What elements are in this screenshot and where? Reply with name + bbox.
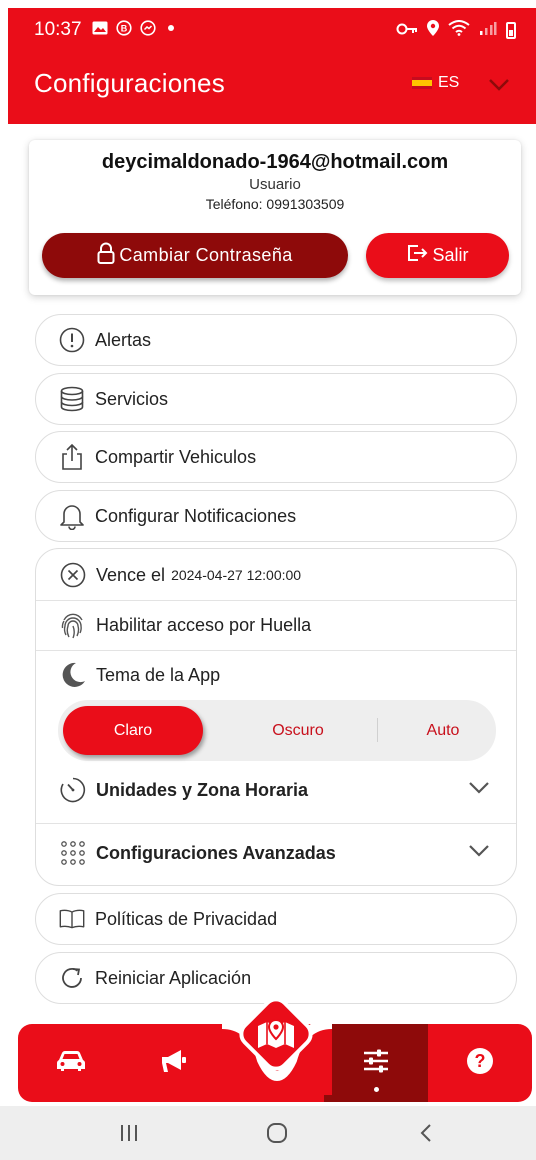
advanced-settings-label: Configuraciones Avanzadas (96, 842, 336, 863)
units-timezone-row[interactable]: Unidades y Zona Horaria (36, 775, 516, 805)
grid-dots-icon (59, 839, 87, 867)
map-icon (258, 1018, 294, 1048)
fingerprint-label: Habilitar acceso por Huella (96, 614, 312, 635)
settings-panel: Vence el 2024-04-27 12:00:00 Habilitar a… (35, 548, 517, 886)
recents-button[interactable] (118, 1121, 140, 1145)
location-icon (427, 20, 439, 41)
menu-item-services[interactable]: Servicios (35, 373, 517, 425)
lock-icon (97, 242, 115, 269)
page-title: Configuraciones (34, 68, 225, 98)
car-icon (56, 1049, 86, 1078)
advanced-settings-row[interactable]: Configuraciones Avanzadas (36, 838, 516, 868)
status-time: 10:37 (34, 19, 82, 40)
user-phone: Teléfono: 0991303509 (29, 196, 521, 212)
theme-option-dark[interactable]: Oscuro (223, 700, 373, 761)
sliders-icon (362, 1047, 390, 1080)
b-app-icon: B (116, 20, 132, 36)
messenger-icon (140, 20, 156, 36)
menu-item-label: Servicios (95, 388, 169, 409)
chevron-down-icon[interactable] (468, 844, 490, 863)
divider (36, 650, 516, 651)
menu-item-label: Configurar Notificaciones (95, 505, 297, 526)
expiry-value: 2024-04-27 12:00:00 (171, 567, 302, 583)
nav-help[interactable]: ? (458, 1024, 502, 1102)
theme-option-light[interactable]: Claro (63, 706, 203, 755)
account-card: deycimaldonado-1964@hotmail.com Usuario … (29, 140, 521, 295)
theme-option-auto[interactable]: Auto (383, 700, 503, 761)
theme-label: Tema de la App (96, 664, 221, 685)
signal-icon (479, 20, 497, 41)
expiry-label: Vence el (96, 564, 166, 585)
change-password-label: Cambiar Contraseña (119, 245, 293, 265)
database-icon (59, 386, 85, 412)
home-button[interactable] (266, 1121, 288, 1145)
moon-icon (59, 661, 87, 689)
chevron-down-icon[interactable] (468, 781, 490, 800)
book-open-icon (59, 906, 85, 932)
active-indicator-dot (374, 1087, 379, 1092)
status-system-icons (396, 20, 516, 41)
theme-selector: Claro Oscuro Auto (58, 700, 496, 761)
language-code: ES (438, 74, 460, 91)
menu-item-notifications[interactable]: Configurar Notificaciones (35, 490, 517, 542)
nav-vehicles[interactable] (46, 1024, 96, 1102)
nav-alerts[interactable] (148, 1024, 198, 1102)
theme-row: Tema de la App (36, 660, 516, 690)
menu-item-alerts[interactable]: Alertas (35, 314, 517, 366)
divider (36, 600, 516, 601)
menu-item-label: Alertas (95, 329, 152, 350)
fingerprint-icon (59, 611, 87, 639)
logout-label: Salir (432, 245, 469, 265)
back-button[interactable] (418, 1121, 434, 1145)
change-password-button[interactable]: Cambiar Contraseña (42, 233, 348, 278)
logout-icon (406, 243, 428, 268)
svg-text:?: ? (475, 1051, 486, 1071)
help-icon: ? (466, 1047, 494, 1080)
share-icon (59, 443, 85, 470)
alert-circle-icon (59, 327, 85, 353)
menu-item-label: Compartir Vehiculos (95, 446, 257, 467)
logout-button[interactable]: Salir (366, 233, 509, 278)
language-selector[interactable]: ES (412, 74, 459, 92)
svg-text:B: B (121, 24, 128, 34)
menu-item-label: Políticas de Privacidad (95, 908, 278, 929)
phone-label: Teléfono: (205, 196, 263, 212)
user-email: deycimaldonado-1964@hotmail.com (101, 151, 449, 173)
close-circle-icon (59, 561, 87, 589)
status-notification-icons: B (92, 20, 174, 36)
megaphone-icon (159, 1048, 187, 1079)
refresh-icon (59, 965, 85, 991)
system-navigation-bar (0, 1106, 536, 1160)
phone-number: 0991303509 (266, 196, 345, 212)
map-fab-button[interactable] (232, 990, 320, 1078)
fingerprint-row[interactable]: Habilitar acceso por Huella (36, 610, 516, 640)
bell-icon (59, 503, 85, 530)
menu-item-privacy[interactable]: Políticas de Privacidad (35, 893, 517, 945)
expiry-row: Vence el 2024-04-27 12:00:00 (36, 561, 516, 589)
units-timezone-label: Unidades y Zona Horaria (96, 779, 309, 800)
spain-flag-icon (412, 77, 432, 89)
app-header: 10:37 B Configuraciones ES (8, 8, 536, 124)
user-role: Usuario (249, 176, 301, 193)
menu-item-share-vehicles[interactable]: Compartir Vehiculos (35, 431, 517, 483)
notification-dot (168, 25, 174, 31)
battery-icon (506, 22, 516, 39)
gallery-icon (92, 20, 108, 36)
chevron-down-icon[interactable] (488, 78, 510, 97)
divider (377, 718, 378, 742)
divider (36, 823, 516, 824)
timer-icon (59, 776, 87, 804)
key-icon (396, 22, 418, 40)
wifi-icon (448, 20, 470, 41)
